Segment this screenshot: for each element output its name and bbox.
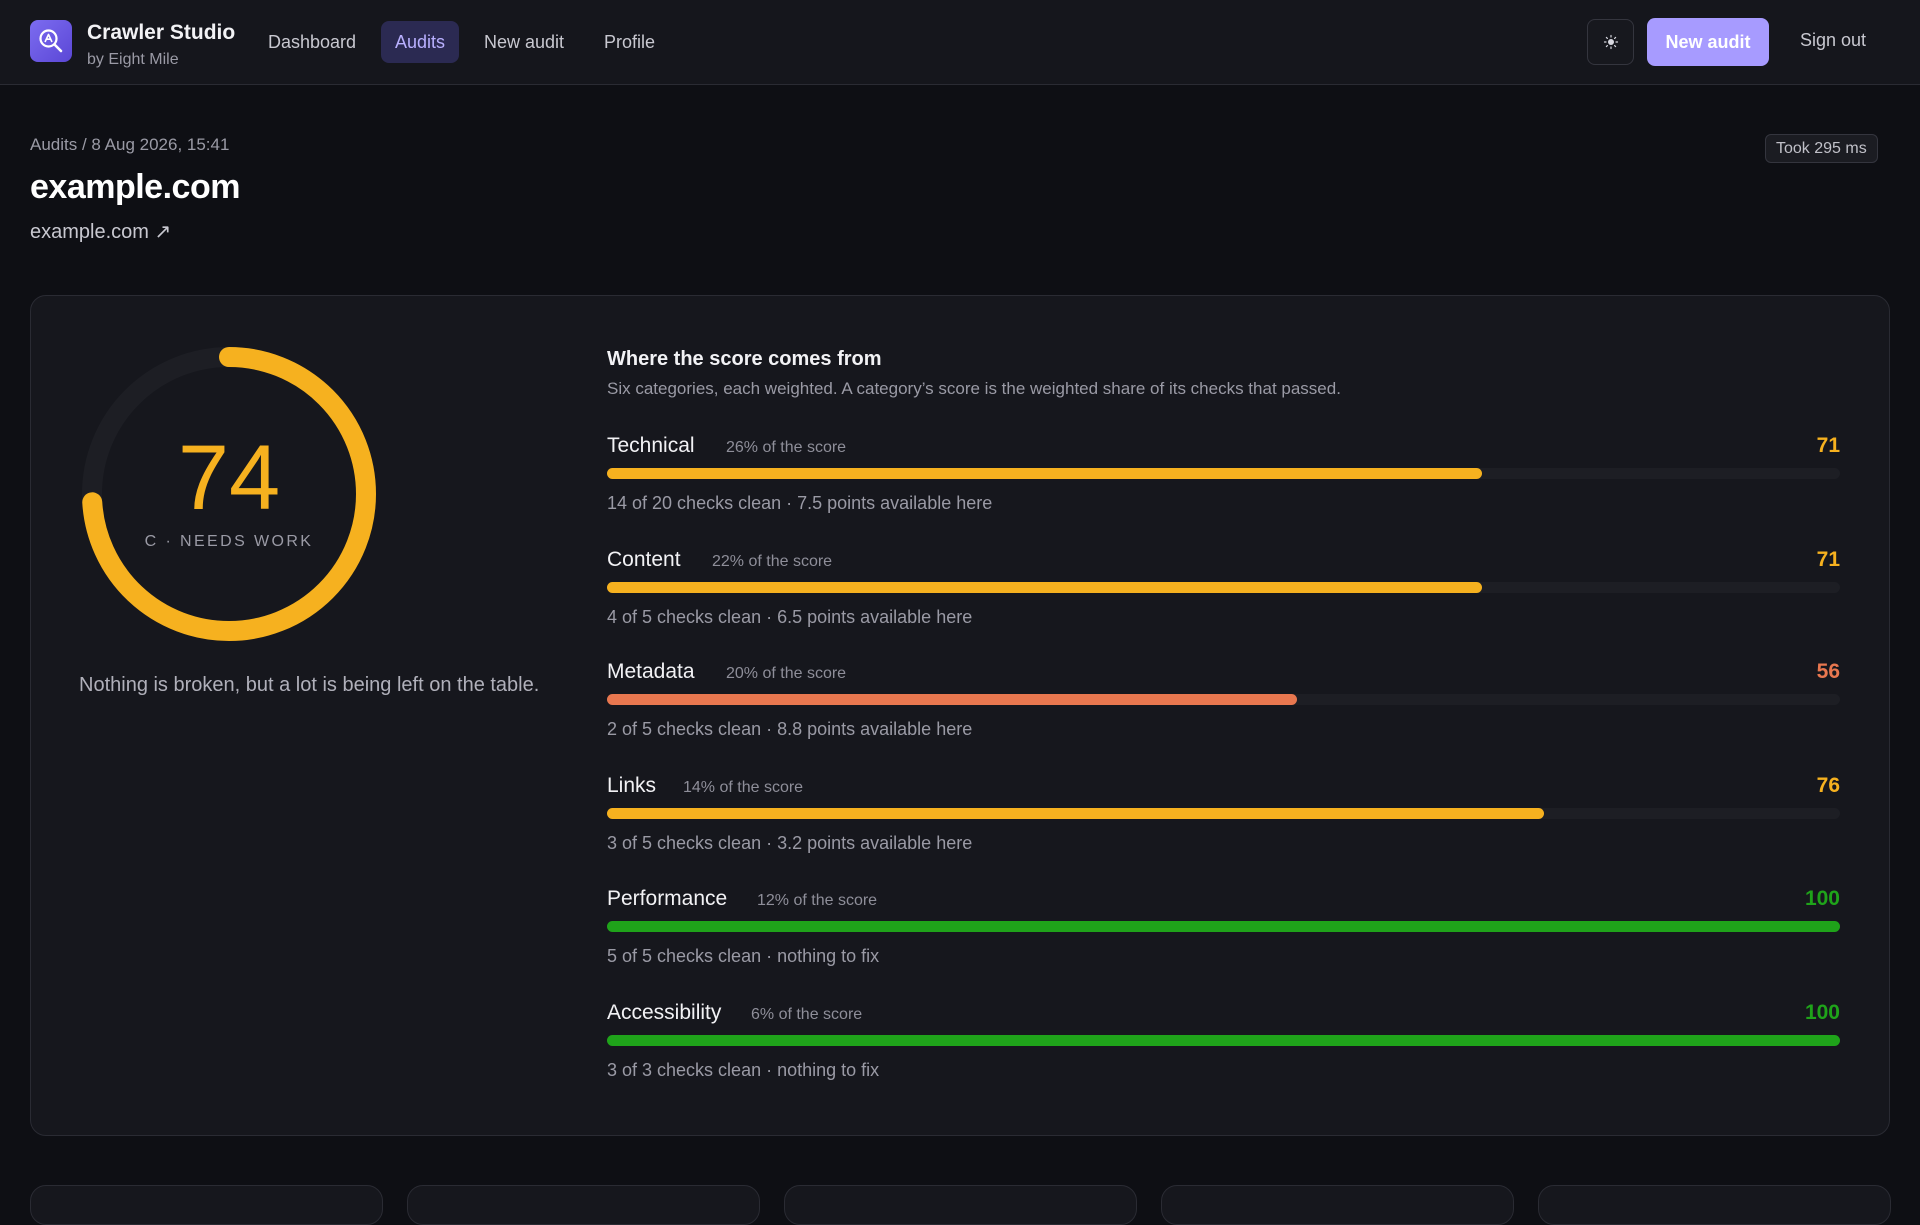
category-bar-fill	[607, 468, 1483, 479]
category-bar-fill	[607, 582, 1483, 593]
category-row-accessibility: Accessibility 6% of the score 100 3 of 3 ch…	[607, 1001, 1840, 1087]
theme-toggle-button[interactable]	[1587, 19, 1634, 65]
score-summary: Nothing is broken, but a lot is being le…	[79, 674, 540, 696]
category-bar-fill	[607, 1035, 1840, 1046]
category-score: 71	[1816, 434, 1840, 457]
page-title: example.com	[30, 168, 240, 206]
summary-tile	[1538, 1185, 1891, 1225]
category-score: 100	[1804, 887, 1840, 910]
breakdown-title: Where the score comes from	[607, 348, 882, 370]
nav-new-audit[interactable]: New audit	[470, 21, 578, 63]
category-row-links: Links 14% of the score 76 3 of 5 checks cle…	[607, 774, 1840, 860]
category-bar-fill	[607, 694, 1298, 705]
sign-out-link[interactable]: Sign out	[1800, 30, 1866, 51]
category-score: 56	[1816, 660, 1840, 683]
category-weight: 6% of the score	[751, 1006, 863, 1023]
nav-profile[interactable]: Profile	[590, 21, 669, 63]
category-weight: 12% of the score	[757, 892, 878, 909]
category-row-performance: Performance 12% of the score 100 5 of 5 che…	[607, 887, 1840, 973]
category-name: Metadata	[607, 660, 695, 683]
category-weight: 26% of the score	[726, 439, 847, 456]
score-grade: C · NEEDS WORK	[144, 533, 314, 550]
category-row-technical: Technical 26% of the score 71 14 of 20 chec…	[607, 434, 1840, 520]
category-bar-fill	[607, 808, 1545, 819]
breakdown-subtitle: Six categories, each weighted. A categor…	[607, 379, 1341, 398]
category-name: Content	[607, 548, 681, 571]
summary-tile	[784, 1185, 1137, 1225]
category-detail: 2 of 5 checks clean · 8.8 points availab…	[607, 719, 973, 739]
category-detail: 3 of 3 checks clean · nothing to fix	[607, 1060, 880, 1080]
category-score: 76	[1816, 774, 1840, 797]
category-detail: 3 of 5 checks clean · 3.2 points availab…	[607, 833, 973, 853]
category-bar-fill	[607, 921, 1840, 932]
app-logo[interactable]	[30, 20, 72, 62]
summary-tile	[30, 1185, 383, 1225]
category-bar-track	[607, 694, 1840, 705]
category-bar-track	[607, 808, 1840, 819]
nav-dashboard[interactable]: Dashboard	[254, 21, 370, 63]
new-audit-button[interactable]: New audit	[1647, 18, 1769, 66]
category-detail: 4 of 5 checks clean · 6.5 points availab…	[607, 607, 973, 627]
category-score: 100	[1804, 1001, 1840, 1024]
category-name: Technical	[607, 434, 695, 457]
category-bar-track	[607, 468, 1840, 479]
sun-icon	[1603, 34, 1618, 50]
nav-audits[interactable]: Audits	[381, 21, 460, 63]
score-value: 74	[177, 427, 281, 529]
app-subtitle: by Eight Mile	[87, 51, 179, 68]
site-external-link[interactable]: example.com ↗	[30, 219, 171, 244]
category-row-metadata: Metadata 20% of the score 56 2 of 5 checks …	[607, 660, 1840, 746]
category-row-content: Content 22% of the score 71 4 of 5 checks c…	[607, 548, 1840, 634]
category-weight: 20% of the score	[726, 665, 847, 682]
magnifier-icon	[39, 29, 63, 53]
category-name: Accessibility	[607, 1001, 722, 1024]
category-weight: 22% of the score	[712, 553, 833, 570]
breadcrumb: Audits / 8 Aug 2026, 15:41	[30, 135, 230, 154]
summary-tile	[1161, 1185, 1514, 1225]
category-bar-track	[607, 921, 1840, 932]
category-weight: 14% of the score	[683, 779, 804, 796]
app-name: Crawler Studio	[87, 21, 236, 44]
category-detail: 5 of 5 checks clean · nothing to fix	[607, 946, 880, 966]
category-bar-track	[607, 1035, 1840, 1046]
top-bar: Crawler Studio by Eight Mile Dashboard A…	[0, 0, 1920, 85]
category-detail: 14 of 20 checks clean · 7.5 points avail…	[607, 493, 993, 513]
category-bar-track	[607, 582, 1840, 593]
timing-badge: Took 295 ms	[1765, 134, 1878, 163]
category-name: Links	[607, 774, 657, 797]
category-name: Performance	[607, 887, 728, 910]
category-score: 71	[1816, 548, 1840, 571]
summary-tile	[407, 1185, 760, 1225]
